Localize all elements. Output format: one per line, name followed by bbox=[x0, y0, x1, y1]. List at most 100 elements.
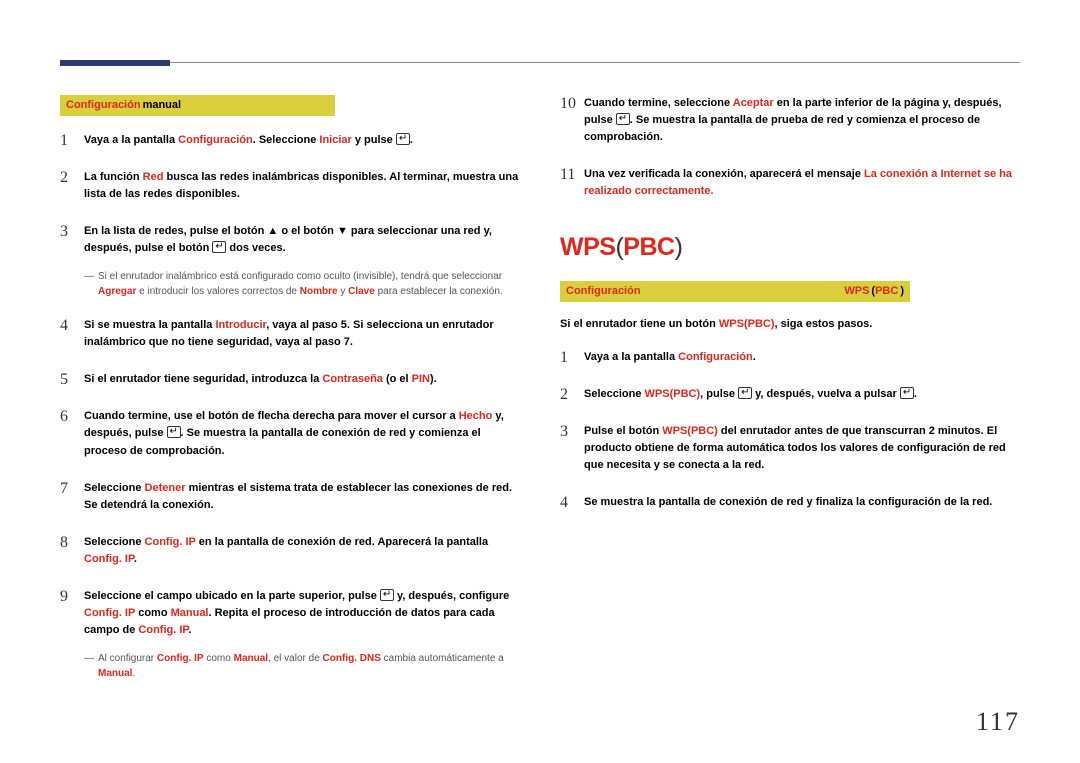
red-keyword: Contraseña bbox=[322, 373, 383, 385]
note-dash: ― bbox=[84, 651, 94, 666]
text-run: . bbox=[753, 351, 756, 363]
right-top-steps-list: 10Cuando termine, seleccione Aceptar en … bbox=[560, 95, 1020, 200]
section-heading-wps: WPS(PBC) bbox=[560, 228, 1020, 267]
text-run: Seleccione bbox=[84, 482, 145, 494]
text-run: Una vez verificada la conexión, aparecer… bbox=[584, 168, 864, 180]
step-number: 1 bbox=[560, 346, 578, 371]
text-run: cambia automáticamente a bbox=[381, 653, 504, 664]
text-run: Si el enrutador tiene un botón bbox=[560, 318, 719, 330]
text-run: como bbox=[204, 653, 234, 664]
red-keyword: Config. IP bbox=[84, 607, 135, 619]
red-keyword: Config. DNS bbox=[323, 653, 381, 664]
left-title-red: Configuración bbox=[66, 97, 141, 114]
enter-icon bbox=[616, 113, 630, 125]
text-run: Se muestra la pantalla de conexión de re… bbox=[584, 496, 992, 508]
red-keyword: Iniciar bbox=[319, 134, 351, 146]
step-item: 9 Seleccione el campo ubicado en la parte… bbox=[60, 588, 520, 639]
red-keyword: WPS(PBC) bbox=[645, 388, 701, 400]
text-run: Seleccione bbox=[84, 536, 145, 548]
text-run: , pulse bbox=[700, 388, 738, 400]
step-item: 1Vaya a la pantalla Configuración. bbox=[560, 349, 1020, 366]
text-run: dos veces. bbox=[226, 242, 285, 254]
text-run: Seleccione bbox=[584, 388, 645, 400]
text-run: . bbox=[914, 388, 917, 400]
text-run: y, después, vuelva a pulsar bbox=[752, 388, 900, 400]
text-run: Cuando termine, seleccione bbox=[584, 97, 733, 109]
text-run: . Seleccione bbox=[253, 134, 320, 146]
text-run: Seleccione el campo ubicado en la parte … bbox=[84, 590, 380, 602]
red-keyword: Detener bbox=[145, 482, 186, 494]
text-run: Si el enrutador tiene seguridad, introdu… bbox=[84, 373, 322, 385]
red-keyword: Manual bbox=[171, 607, 209, 619]
enter-icon bbox=[212, 241, 226, 253]
step-item: 4Si se muestra la pantalla Introducir, v… bbox=[60, 317, 520, 351]
step-number: 4 bbox=[560, 491, 578, 516]
text-run: , el valor de bbox=[268, 653, 322, 664]
text-run: Pulse el botón bbox=[584, 425, 662, 437]
text-run: ▼ bbox=[337, 225, 348, 237]
red-keyword: PBC bbox=[623, 233, 674, 261]
two-column-layout: Configuración manual 1Vaya a la pantalla… bbox=[60, 0, 1020, 699]
text-run: La función bbox=[84, 171, 143, 183]
text-run: en la pantalla de conexión de red. Apare… bbox=[196, 536, 488, 548]
right-title-paren: WPS(PBC) bbox=[844, 283, 904, 300]
manual-page: Configuración manual 1Vaya a la pantalla… bbox=[0, 0, 1080, 763]
text-run: Si el enrutador inalámbrico está configu… bbox=[98, 271, 502, 282]
step-item: 2La función Red busca las redes inalámbr… bbox=[60, 169, 520, 203]
step-number: 8 bbox=[60, 531, 78, 556]
step-item: 10Cuando termine, seleccione Aceptar en … bbox=[560, 95, 1020, 146]
left-section-title: Configuración manual bbox=[60, 95, 335, 116]
text-run: Cuando termine, use el botón de flecha d… bbox=[84, 410, 459, 422]
step-item: 3En la lista de redes, pulse el botón ▲ … bbox=[60, 223, 520, 257]
right-section-title: Configuración WPS(PBC) bbox=[560, 281, 910, 302]
left-title-rest: manual bbox=[143, 97, 182, 114]
step-number: 5 bbox=[60, 368, 78, 393]
header-accent bbox=[60, 60, 170, 66]
text-run: o el botón bbox=[278, 225, 337, 237]
text-run: ) bbox=[900, 285, 904, 297]
text-run: . Se muestra la pantalla de prueba de re… bbox=[584, 114, 980, 143]
step-number: 3 bbox=[60, 220, 78, 245]
page-number: 117 bbox=[976, 707, 1020, 737]
left-steps-list: 1Vaya a la pantalla Configuración. Selec… bbox=[60, 132, 520, 681]
red-keyword: Config. IP bbox=[138, 624, 188, 636]
step-item: 1Vaya a la pantalla Configuración. Selec… bbox=[60, 132, 520, 149]
right-subintro: Si el enrutador tiene un botón WPS(PBC),… bbox=[560, 316, 1020, 333]
red-keyword: WPS(PBC) bbox=[719, 318, 775, 330]
enter-icon bbox=[900, 387, 914, 399]
step-item: 2Seleccione WPS(PBC), pulse y, después, … bbox=[560, 386, 1020, 403]
text-run: . bbox=[132, 668, 135, 679]
red-keyword: PIN bbox=[412, 373, 430, 385]
red-keyword: Clave bbox=[348, 286, 375, 297]
red-keyword: Manual bbox=[234, 653, 268, 664]
enter-icon bbox=[396, 133, 410, 145]
right-column: 10Cuando termine, seleccione Aceptar en … bbox=[560, 95, 1020, 699]
step-number: 11 bbox=[560, 163, 578, 188]
text-run: y bbox=[338, 286, 349, 297]
note-dash: ― bbox=[84, 269, 94, 284]
red-keyword: Manual bbox=[98, 668, 132, 679]
text-run: ). bbox=[430, 373, 437, 385]
red-keyword: WPS bbox=[844, 285, 869, 297]
step-number: 1 bbox=[60, 129, 78, 154]
step-note: ―Al configurar Config. IP como Manual, e… bbox=[84, 651, 512, 681]
step-item: 5Si el enrutador tiene seguridad, introd… bbox=[60, 371, 520, 388]
text-run: . bbox=[410, 134, 413, 146]
text-run: En la lista de redes, pulse el botón bbox=[84, 225, 267, 237]
step-number: 7 bbox=[60, 477, 78, 502]
red-keyword: Red bbox=[143, 171, 164, 183]
step-number: 4 bbox=[60, 314, 78, 339]
step-item: 11 Una vez verificada la conexión, aparec… bbox=[560, 166, 1020, 200]
enter-icon bbox=[738, 387, 752, 399]
left-column: Configuración manual 1Vaya a la pantalla… bbox=[60, 95, 520, 699]
step-number: 9 bbox=[60, 585, 78, 610]
red-keyword: Aceptar bbox=[733, 97, 774, 109]
step-note: ― Si el enrutador inalámbrico está config… bbox=[84, 269, 512, 299]
step-item: 6Cuando termine, use el botón de flecha … bbox=[60, 408, 520, 459]
step-number: 3 bbox=[560, 420, 578, 445]
text-run: (o el bbox=[383, 373, 412, 385]
text-run: . bbox=[188, 624, 191, 636]
red-keyword: Hecho bbox=[459, 410, 493, 422]
step-item: 4Se muestra la pantalla de conexión de r… bbox=[560, 494, 1020, 511]
step-number: 10 bbox=[560, 92, 578, 117]
